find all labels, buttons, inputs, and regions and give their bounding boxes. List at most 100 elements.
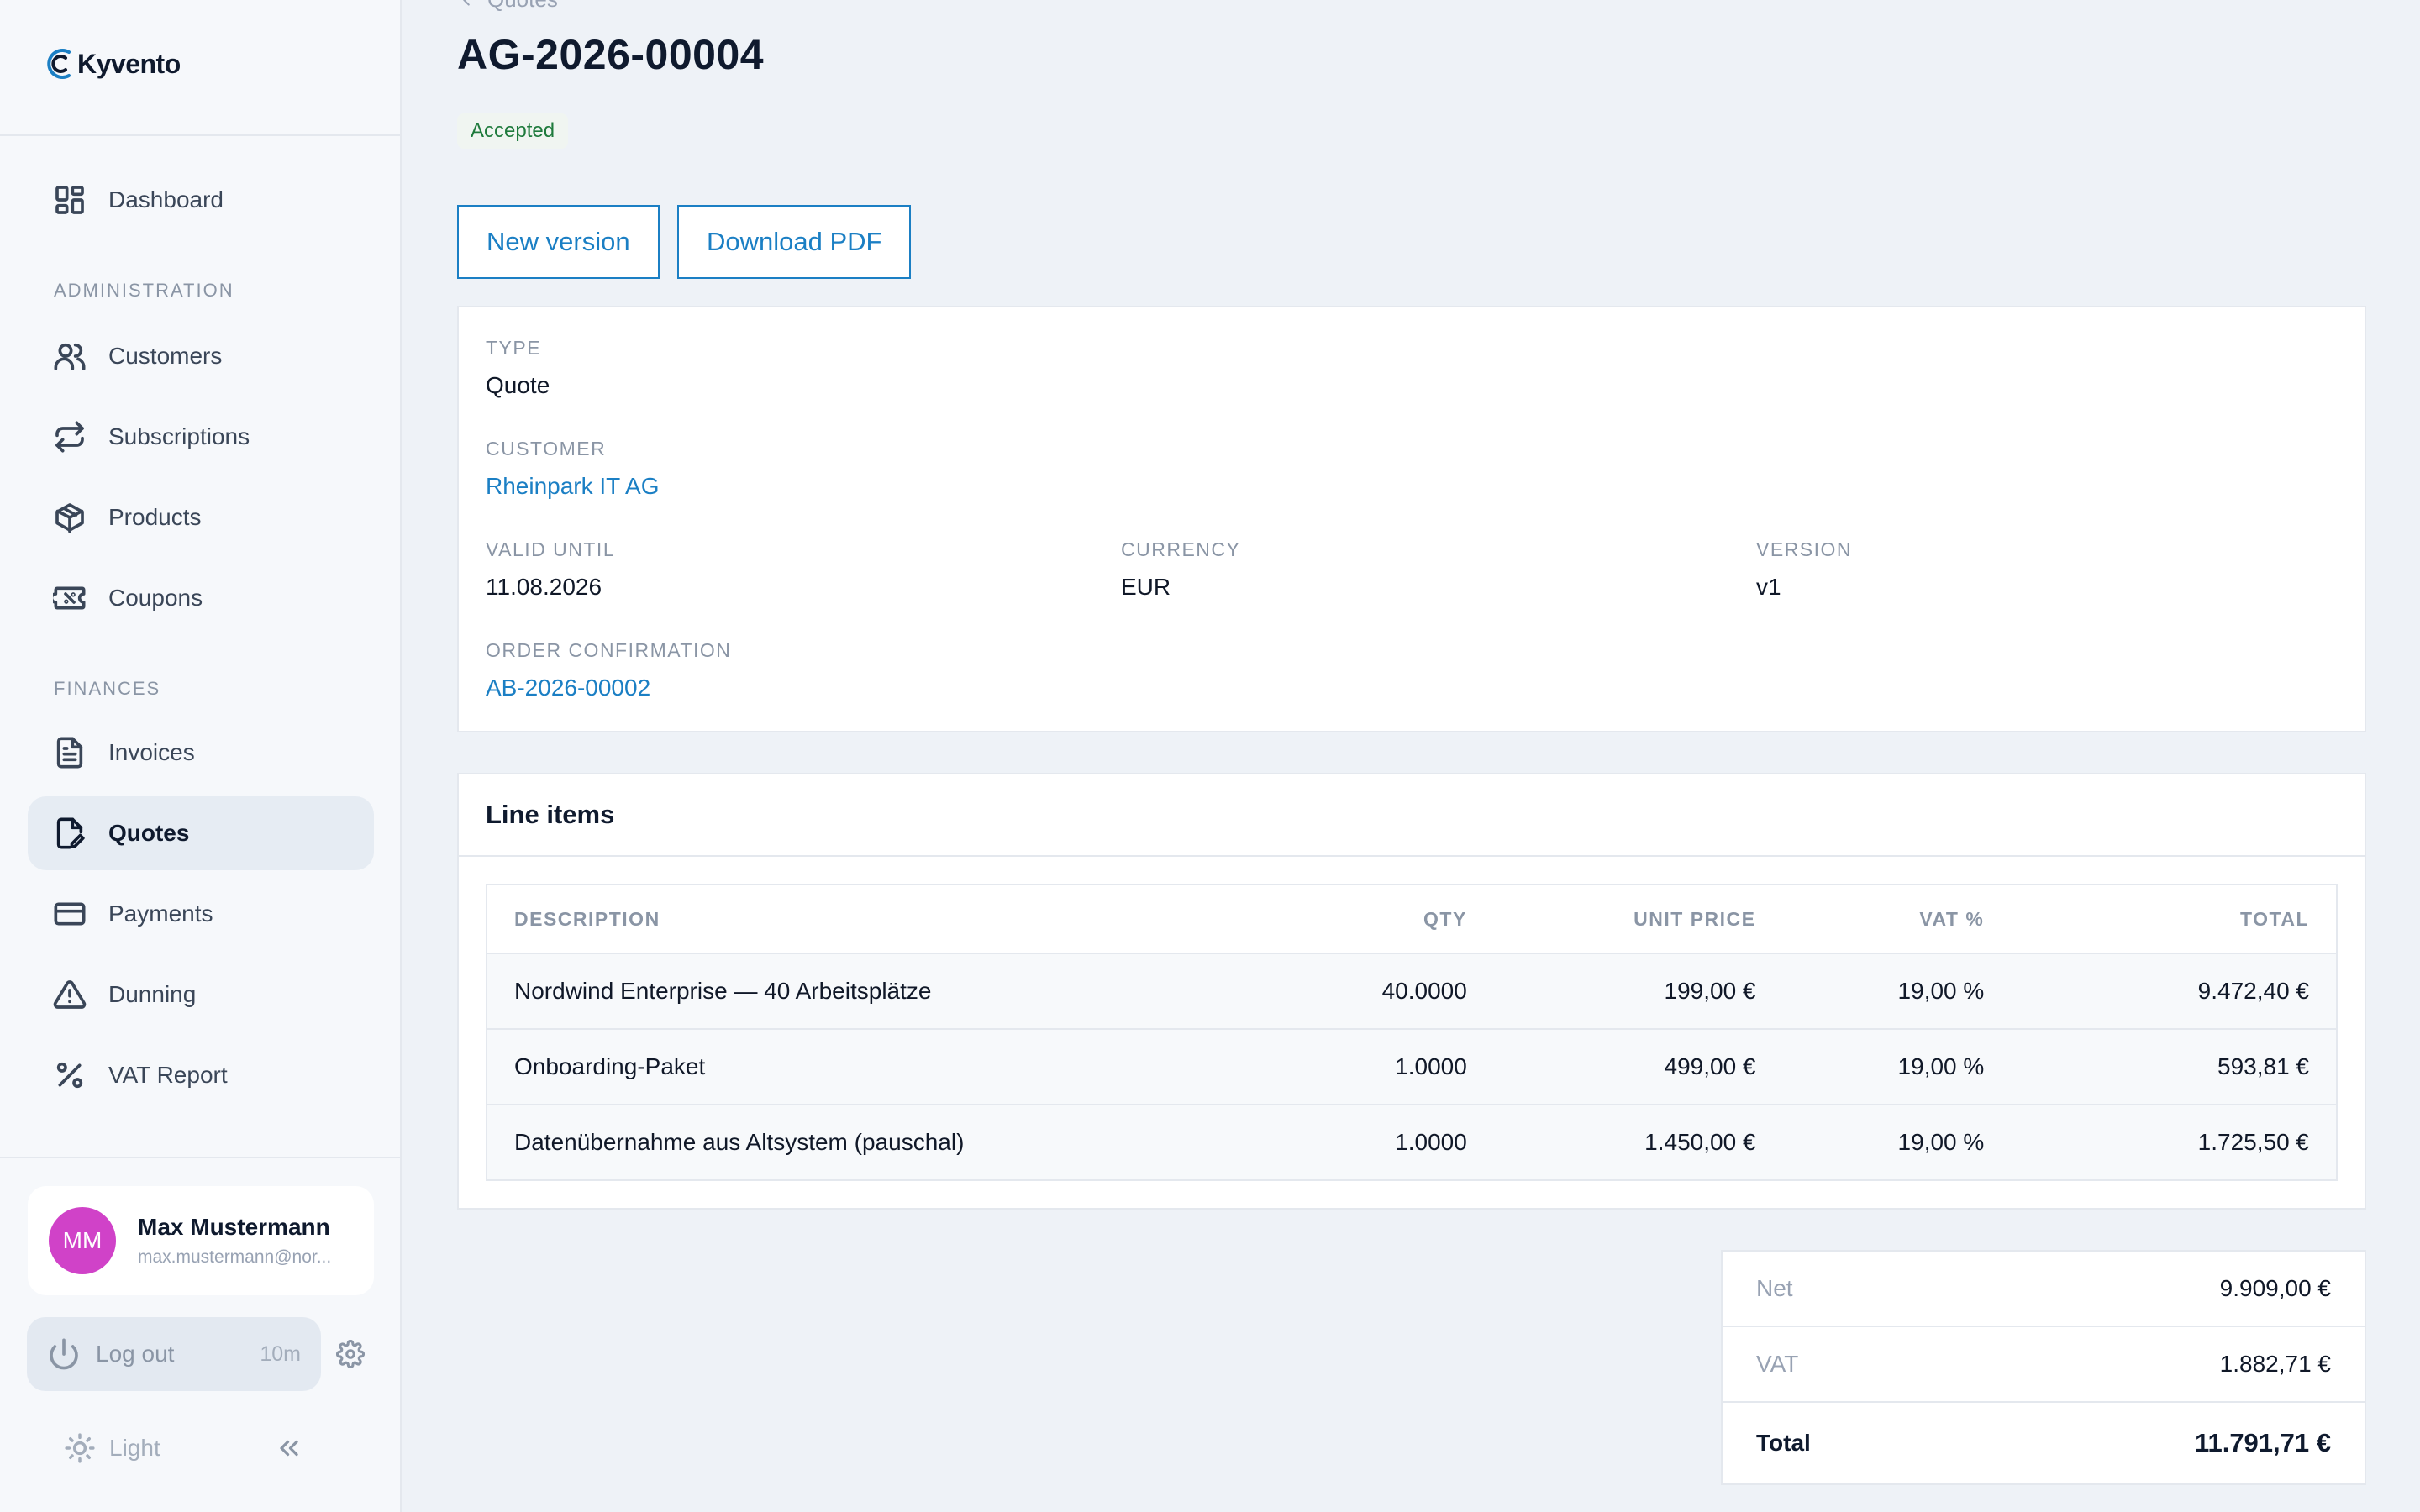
ticket-icon bbox=[53, 586, 86, 610]
vat-row: VAT 1.882,71 € bbox=[1723, 1327, 2365, 1403]
cell-qty: 1.0000 bbox=[1242, 1105, 1494, 1180]
avatar: MM bbox=[49, 1207, 116, 1274]
file-text-icon bbox=[56, 737, 83, 769]
credit-card-icon bbox=[54, 902, 86, 926]
sidebar: Kyvento Dashboard ADMINISTRATION Custome… bbox=[0, 0, 402, 1512]
theme-label: Light bbox=[109, 1435, 160, 1461]
package-icon bbox=[55, 503, 84, 533]
theme-toggle[interactable]: Light bbox=[64, 1432, 160, 1464]
total-row: Total 11.791,71 € bbox=[1723, 1403, 2365, 1483]
sun-icon bbox=[65, 1433, 95, 1463]
sidebar-item-dashboard[interactable]: Dashboard bbox=[28, 163, 374, 237]
gear-icon[interactable] bbox=[336, 1340, 365, 1368]
table-row: Nordwind Enterprise — 40 Arbeitsplätze 4… bbox=[487, 953, 2337, 1030]
version-label: VERSION bbox=[1756, 538, 1853, 560]
divider bbox=[0, 134, 402, 136]
brand-logo[interactable]: Kyvento bbox=[44, 42, 181, 86]
download-pdf-button[interactable]: Download PDF bbox=[677, 205, 912, 279]
total-label: Total bbox=[1756, 1430, 1811, 1456]
sidebar-item-label: Quotes bbox=[108, 820, 190, 846]
sidebar-item-payments[interactable]: Payments bbox=[28, 877, 374, 951]
type-label: TYPE bbox=[486, 337, 542, 359]
line-items-title: Line items bbox=[486, 800, 615, 829]
sidebar-item-label: Invoices bbox=[108, 739, 195, 765]
vat-value: 1.882,71 € bbox=[2219, 1351, 2331, 1377]
cell-unit-price: 199,00 € bbox=[1493, 953, 1783, 1030]
cell-total: 593,81 € bbox=[2011, 1029, 2337, 1105]
quote-details-card: TYPE Quote CUSTOMER Rheinpark IT AG VALI… bbox=[457, 306, 2366, 732]
user-email: max.mustermann@nor... bbox=[138, 1247, 332, 1267]
type-value: Quote bbox=[486, 372, 550, 398]
valid-until-label: VALID UNTIL bbox=[486, 538, 616, 560]
brand-name: Kyvento bbox=[77, 48, 181, 79]
table-row: Datenübernahme aus Altsystem (pauschal) … bbox=[487, 1105, 2337, 1180]
logout-button[interactable]: Log out 10m bbox=[27, 1317, 321, 1391]
sidebar-item-label: Subscriptions bbox=[108, 423, 250, 449]
version-value: v1 bbox=[1756, 574, 1781, 600]
section-label-administration: ADMINISTRATION bbox=[54, 280, 234, 301]
file-pen-icon bbox=[56, 817, 85, 849]
sidebar-item-label: Customers bbox=[108, 343, 223, 369]
column-header-vat: VAT % bbox=[1782, 885, 2012, 954]
new-version-button[interactable]: New version bbox=[457, 205, 660, 279]
dashboard-icon bbox=[55, 186, 84, 214]
percent-icon bbox=[56, 1062, 83, 1089]
net-label: Net bbox=[1756, 1275, 1793, 1301]
session-timer: 10m bbox=[260, 1341, 301, 1366]
alert-triangle-icon bbox=[53, 980, 87, 1009]
order-confirmation-label: ORDER CONFIRMATION bbox=[486, 639, 732, 661]
sidebar-item-label: Dunning bbox=[108, 981, 197, 1007]
user-name: Max Mustermann bbox=[138, 1214, 330, 1240]
net-row: Net 9.909,00 € bbox=[1723, 1252, 2365, 1327]
currency-label: CURRENCY bbox=[1121, 538, 1241, 560]
sidebar-item-coupons[interactable]: Coupons bbox=[28, 561, 374, 635]
sidebar-item-label: Coupons bbox=[108, 585, 203, 611]
sidebar-item-subscriptions[interactable]: Subscriptions bbox=[28, 400, 374, 474]
sidebar-item-vat-report[interactable]: VAT Report bbox=[28, 1038, 374, 1112]
power-icon bbox=[50, 1338, 78, 1370]
sidebar-item-customers[interactable]: Customers bbox=[28, 319, 374, 393]
status-badge: Accepted bbox=[457, 113, 569, 149]
user-card[interactable]: MM Max Mustermann max.mustermann@nor... bbox=[28, 1186, 374, 1295]
sidebar-item-products[interactable]: Products bbox=[28, 480, 374, 554]
cell-unit-price: 499,00 € bbox=[1493, 1029, 1783, 1105]
sidebar-item-dunning[interactable]: Dunning bbox=[28, 958, 374, 1032]
totals-card: Net 9.909,00 € VAT 1.882,71 € Total 11.7… bbox=[1721, 1250, 2366, 1485]
sidebar-item-label: Payments bbox=[108, 900, 213, 927]
page-title: AG-2026-00004 bbox=[457, 31, 765, 78]
chevrons-left-icon[interactable] bbox=[274, 1433, 304, 1463]
breadcrumb-label: Quotes bbox=[487, 0, 558, 13]
vat-label: VAT bbox=[1756, 1351, 1799, 1377]
total-value: 11.791,71 € bbox=[2194, 1428, 2331, 1457]
table-row: Onboarding-Paket 1.0000 499,00 € 19,00 %… bbox=[487, 1029, 2337, 1105]
divider bbox=[459, 855, 2365, 857]
cell-description: Datenübernahme aus Altsystem (pauschal) bbox=[487, 1105, 1243, 1180]
column-header-qty: QTY bbox=[1242, 885, 1494, 954]
column-header-description: DESCRIPTION bbox=[487, 885, 1243, 954]
line-items-card: Line items DESCRIPTION QTY UNIT PRICE VA… bbox=[457, 773, 2366, 1210]
main-content: Quotes AG-2026-00004 Accepted New versio… bbox=[403, 0, 2420, 1512]
column-header-total: TOTAL bbox=[2011, 885, 2337, 954]
table-header-row: DESCRIPTION QTY UNIT PRICE VAT % TOTAL bbox=[487, 885, 2337, 954]
net-value: 9.909,00 € bbox=[2219, 1275, 2331, 1301]
sidebar-item-label: VAT Report bbox=[108, 1062, 228, 1088]
cell-total: 1.725,50 € bbox=[2011, 1105, 2337, 1180]
sidebar-item-label: Dashboard bbox=[108, 186, 224, 213]
cell-description: Onboarding-Paket bbox=[487, 1029, 1243, 1105]
column-header-unit-price: UNIT PRICE bbox=[1493, 885, 1783, 954]
cell-vat: 19,00 % bbox=[1782, 1029, 2012, 1105]
cell-unit-price: 1.450,00 € bbox=[1493, 1105, 1783, 1180]
customer-label: CUSTOMER bbox=[486, 438, 607, 459]
sidebar-item-label: Products bbox=[108, 504, 202, 530]
order-confirmation-link[interactable]: AB-2026-00002 bbox=[486, 675, 650, 701]
line-items-table: DESCRIPTION QTY UNIT PRICE VAT % TOTAL N… bbox=[486, 884, 2338, 1181]
cell-qty: 1.0000 bbox=[1242, 1029, 1494, 1105]
cell-vat: 19,00 % bbox=[1782, 953, 2012, 1030]
sidebar-item-invoices[interactable]: Invoices bbox=[28, 716, 374, 790]
cell-total: 9.472,40 € bbox=[2011, 953, 2337, 1030]
currency-value: EUR bbox=[1121, 574, 1171, 600]
sidebar-item-quotes[interactable]: Quotes bbox=[28, 796, 374, 870]
cell-description: Nordwind Enterprise — 40 Arbeitsplätze bbox=[487, 953, 1243, 1030]
customer-link[interactable]: Rheinpark IT AG bbox=[486, 473, 659, 500]
breadcrumb[interactable]: Quotes bbox=[457, 0, 558, 13]
